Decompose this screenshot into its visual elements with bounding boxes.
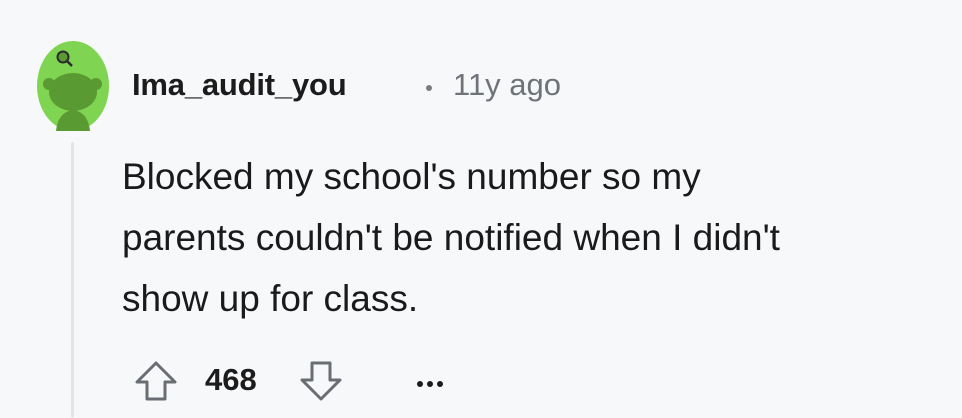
arrow-down-icon <box>300 361 342 401</box>
reddit-snoo-avatar-icon <box>37 41 109 131</box>
comment-body-line: parents couldn't be notified when I didn… <box>122 217 780 258</box>
more-options-button[interactable] <box>410 362 450 402</box>
comment-body: Blocked my school's number so my parents… <box>122 146 942 329</box>
comment-author[interactable]: Ima_audit_you <box>132 67 347 103</box>
user-avatar[interactable] <box>36 40 110 132</box>
more-options-icon <box>417 381 443 387</box>
vote-score: 468 <box>205 362 257 397</box>
comment-body-line: show up for class. <box>122 278 419 319</box>
comment-body-line: Blocked my school's number so my <box>122 156 701 197</box>
downvote-button[interactable] <box>298 358 344 404</box>
thread-line[interactable] <box>71 142 74 418</box>
comment-timestamp: 11y ago <box>453 67 562 102</box>
upvote-button[interactable] <box>133 358 179 404</box>
arrow-up-icon <box>135 361 177 401</box>
comment: Ima_audit_you 11y ago Blocked my school'… <box>0 0 962 418</box>
separator-dot <box>426 85 432 91</box>
